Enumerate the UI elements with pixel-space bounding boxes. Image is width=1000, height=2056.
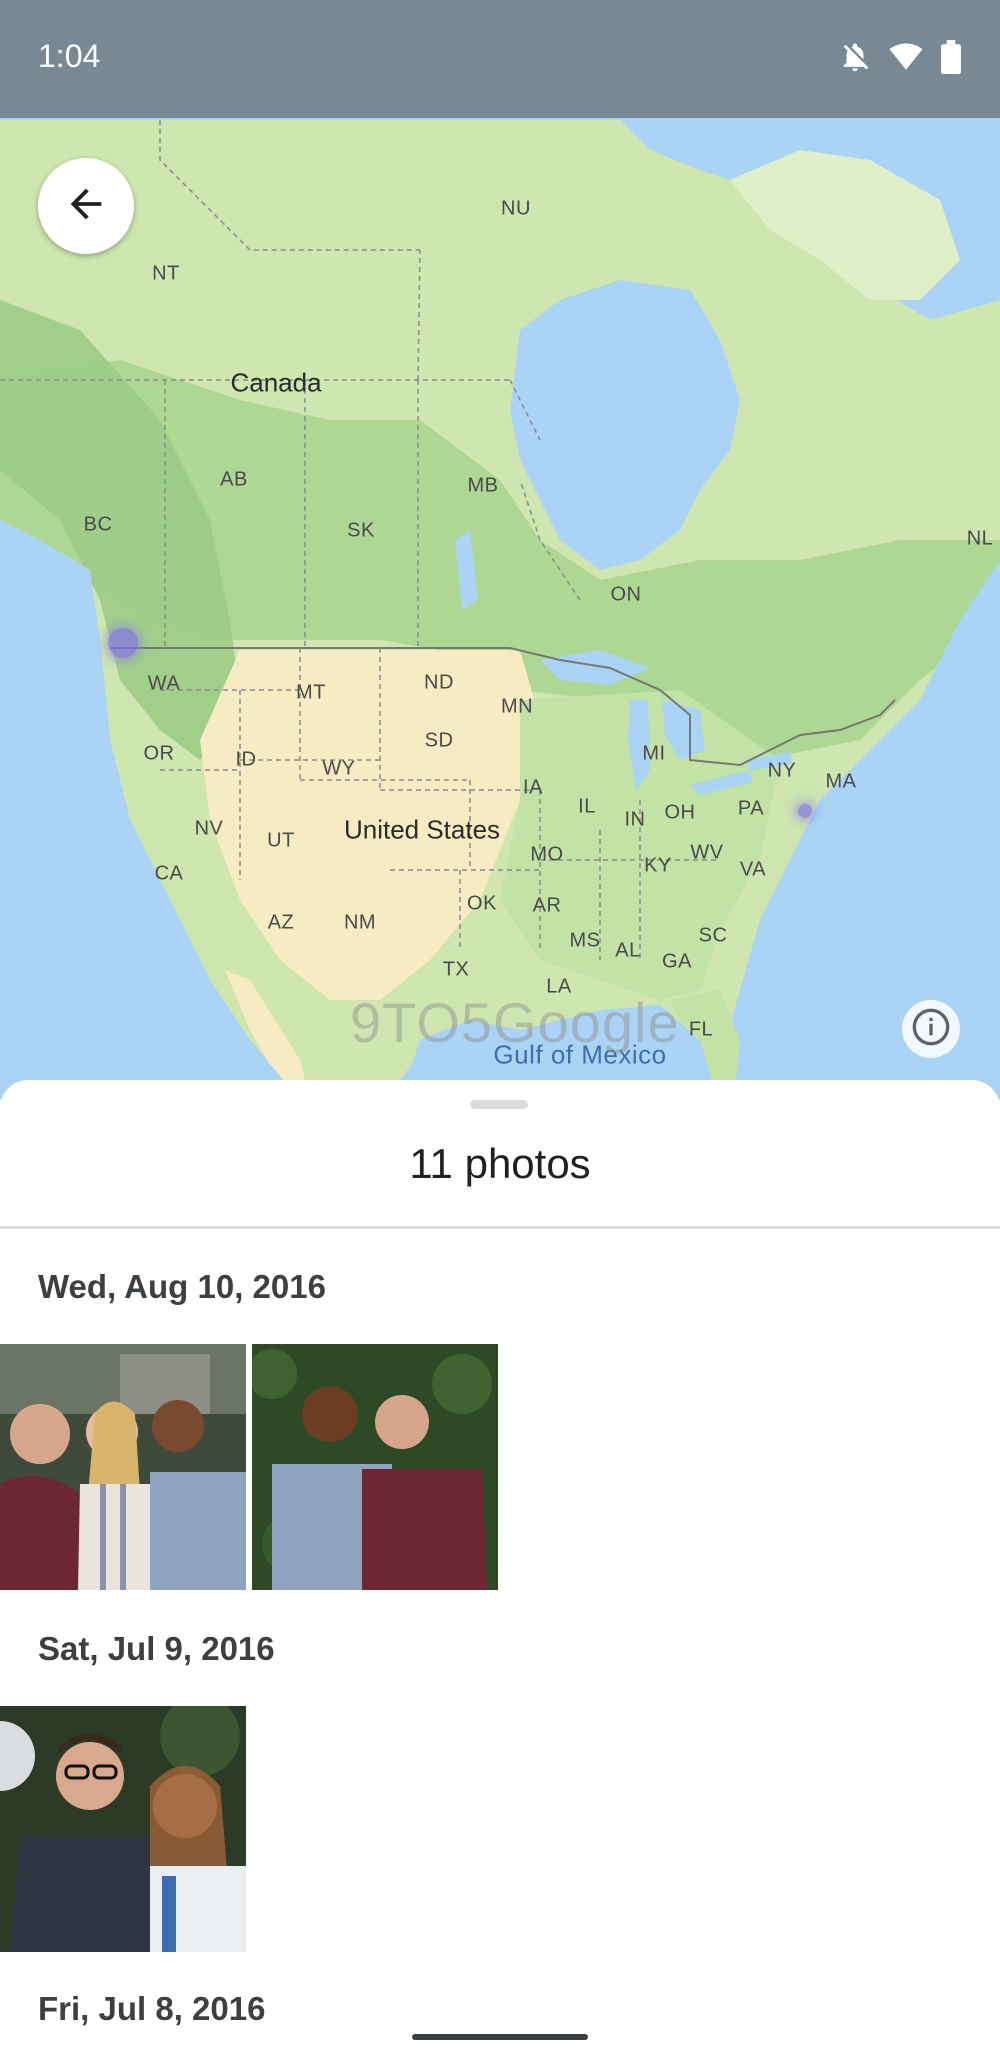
region-label: ND: [424, 671, 454, 694]
info-icon: [911, 1007, 951, 1052]
photo-thumbnail[interactable]: [0, 1706, 246, 1952]
region-label: OR: [143, 742, 175, 765]
region-label: AB: [220, 468, 248, 491]
photos-bottom-sheet[interactable]: 11 photos Wed, Aug 10, 2016 Sat, Jul 9, …: [0, 1080, 1000, 2056]
region-label: NL: [966, 527, 994, 550]
region-label: TX: [442, 958, 470, 981]
region-label: WV: [690, 841, 724, 864]
region-label: AL: [615, 939, 641, 962]
map-view[interactable]: Canada United States NU NT AB BC SK MB ON NL WA MT N…: [0, 0, 1000, 1100]
region-label: SK: [347, 519, 375, 542]
region-label: MO: [530, 843, 564, 866]
region-label: NY: [767, 759, 797, 782]
couple-selfie-photo: [0, 1706, 246, 1952]
region-label: GA: [662, 950, 692, 973]
country-label: Canada: [230, 367, 322, 398]
region-label: AR: [532, 894, 562, 917]
photo-location-pin[interactable]: [798, 804, 812, 818]
divider: [0, 1226, 1000, 1229]
region-label: VA: [739, 858, 767, 881]
region-label: MI: [642, 742, 666, 765]
region-label: WY: [322, 757, 356, 780]
region-label: BC: [83, 513, 113, 536]
region-label: SC: [698, 924, 728, 947]
photo-location-pin[interactable]: [108, 628, 138, 658]
region-label: IA: [523, 776, 543, 799]
region-label: OK: [467, 892, 497, 915]
map-info-button[interactable]: [902, 1000, 960, 1058]
region-label: ID: [235, 748, 257, 771]
photo-thumbnail[interactable]: [0, 1344, 246, 1590]
map-canvas: [0, 120, 1000, 1100]
status-bar: 1:04: [0, 0, 1000, 118]
region-label: MS: [569, 929, 601, 952]
region-label: NT: [152, 262, 180, 285]
date-header: Fri, Jul 8, 2016: [38, 1990, 266, 2027]
watermark: 9TO5Google: [350, 991, 680, 1054]
photo-thumbnail[interactable]: [252, 1344, 498, 1590]
notifications-off-icon: [838, 40, 872, 79]
region-label: MT: [296, 681, 326, 704]
region-label: MA: [825, 770, 857, 793]
gesture-navigation-bar[interactable]: [412, 2034, 588, 2040]
date-header: Wed, Aug 10, 2016: [38, 1268, 326, 1305]
region-label: ON: [610, 583, 642, 606]
region-label: MB: [467, 474, 499, 497]
back-button[interactable]: [38, 158, 134, 254]
drag-handle[interactable]: [470, 1100, 528, 1109]
region-label: NV: [194, 817, 224, 840]
region-label: WA: [147, 672, 181, 695]
region-label: UT: [267, 829, 295, 852]
photo-count-title: 11 photos: [409, 1140, 591, 1187]
region-label: NM: [343, 911, 377, 934]
country-label: United States: [343, 814, 501, 845]
region-label: IN: [624, 808, 646, 831]
two-friends-photo: [252, 1344, 498, 1590]
wifi-icon: [888, 40, 924, 79]
arrow-back-icon: [63, 181, 109, 232]
region-label: FL: [688, 1018, 714, 1041]
region-label: PA: [737, 797, 765, 820]
region-label: KY: [644, 854, 672, 877]
region-label: NU: [501, 197, 531, 220]
region-label: AZ: [267, 911, 295, 934]
group-photo-three-friends: [0, 1344, 246, 1590]
region-label: SD: [424, 729, 454, 752]
battery-icon: [940, 40, 962, 79]
region-label: IL: [578, 795, 596, 818]
status-time: 1:04: [38, 38, 101, 74]
region-label: MN: [500, 695, 534, 718]
region-label: CA: [154, 862, 184, 885]
date-header: Sat, Jul 9, 2016: [38, 1630, 275, 1667]
region-label: OH: [664, 801, 696, 824]
